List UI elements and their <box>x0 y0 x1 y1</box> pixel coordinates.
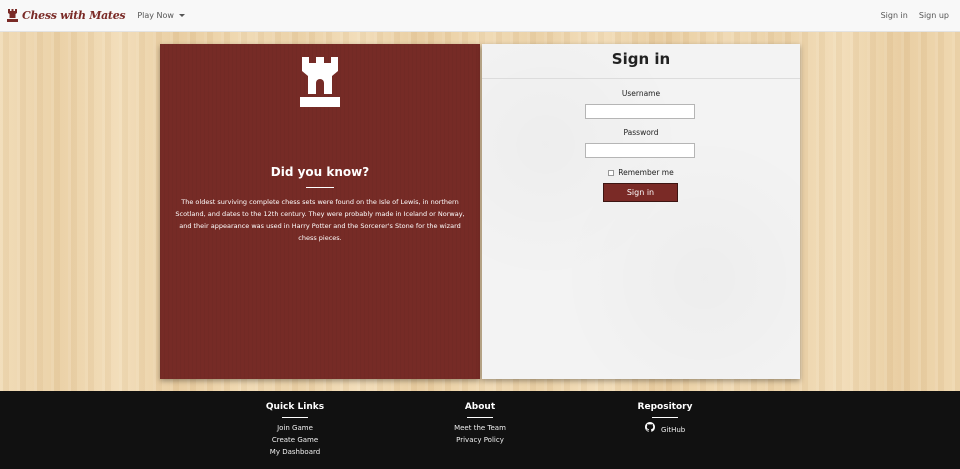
brand-rook-icon <box>7 9 18 22</box>
repository-divider <box>652 417 678 418</box>
remember-me-checkbox[interactable] <box>608 169 615 176</box>
play-now-label: Play Now <box>137 11 174 20</box>
create-game-link[interactable]: Create Game <box>235 434 355 446</box>
github-label: GitHub <box>660 426 686 434</box>
password-label: Password <box>623 128 659 137</box>
my-dashboard-link[interactable]: My Dashboard <box>235 446 355 458</box>
nav-sign-in-link[interactable]: Sign in <box>881 11 908 20</box>
auth-links: Sign in Sign up <box>870 11 949 20</box>
about-column: About Meet the Team Privacy Policy <box>420 402 540 446</box>
play-now-dropdown[interactable]: Play Now <box>137 11 185 20</box>
remember-me-row: Remember me <box>482 168 800 177</box>
heading-divider <box>306 187 334 188</box>
signin-title: Sign in <box>611 50 671 68</box>
nav-sign-up-link[interactable]: Sign up <box>919 11 949 20</box>
github-link[interactable]: GitHub <box>605 422 725 436</box>
did-you-know-panel: Did you know? The oldest surviving compl… <box>160 44 480 379</box>
did-you-know-heading: Did you know? <box>270 165 370 179</box>
github-icon <box>644 422 655 432</box>
repository-heading: Repository <box>637 402 693 412</box>
quick-links-divider <box>282 417 308 418</box>
username-field[interactable] <box>585 104 695 119</box>
quick-links-heading: Quick Links <box>265 402 325 412</box>
quick-links-column: Quick Links Join Game Create Game My Das… <box>235 402 355 458</box>
brand-name: Chess with Mates <box>22 9 126 22</box>
about-divider <box>467 417 493 418</box>
chess-fact-text: The oldest surviving complete chess sets… <box>175 198 465 242</box>
rook-icon <box>300 57 340 107</box>
repository-column: Repository GitHub <box>605 402 725 436</box>
username-label: Username <box>621 89 661 98</box>
about-heading: About <box>464 402 496 412</box>
signin-panel: Sign in Username Password Remember me Si… <box>482 44 800 379</box>
join-game-link[interactable]: Join Game <box>235 422 355 434</box>
sign-in-button[interactable]: Sign in <box>603 183 678 202</box>
title-divider <box>482 78 800 79</box>
brand-logo[interactable]: Chess with Mates <box>7 9 126 22</box>
meet-the-team-link[interactable]: Meet the Team <box>420 422 540 434</box>
chevron-down-icon <box>178 14 185 17</box>
remember-me-label: Remember me <box>618 168 674 177</box>
wood-background <box>0 32 960 392</box>
privacy-policy-link[interactable]: Privacy Policy <box>420 434 540 446</box>
password-field[interactable] <box>585 143 695 158</box>
footer: Quick Links Join Game Create Game My Das… <box>0 391 960 469</box>
navbar: Chess with Mates Play Now Sign in Sign u… <box>0 0 960 32</box>
